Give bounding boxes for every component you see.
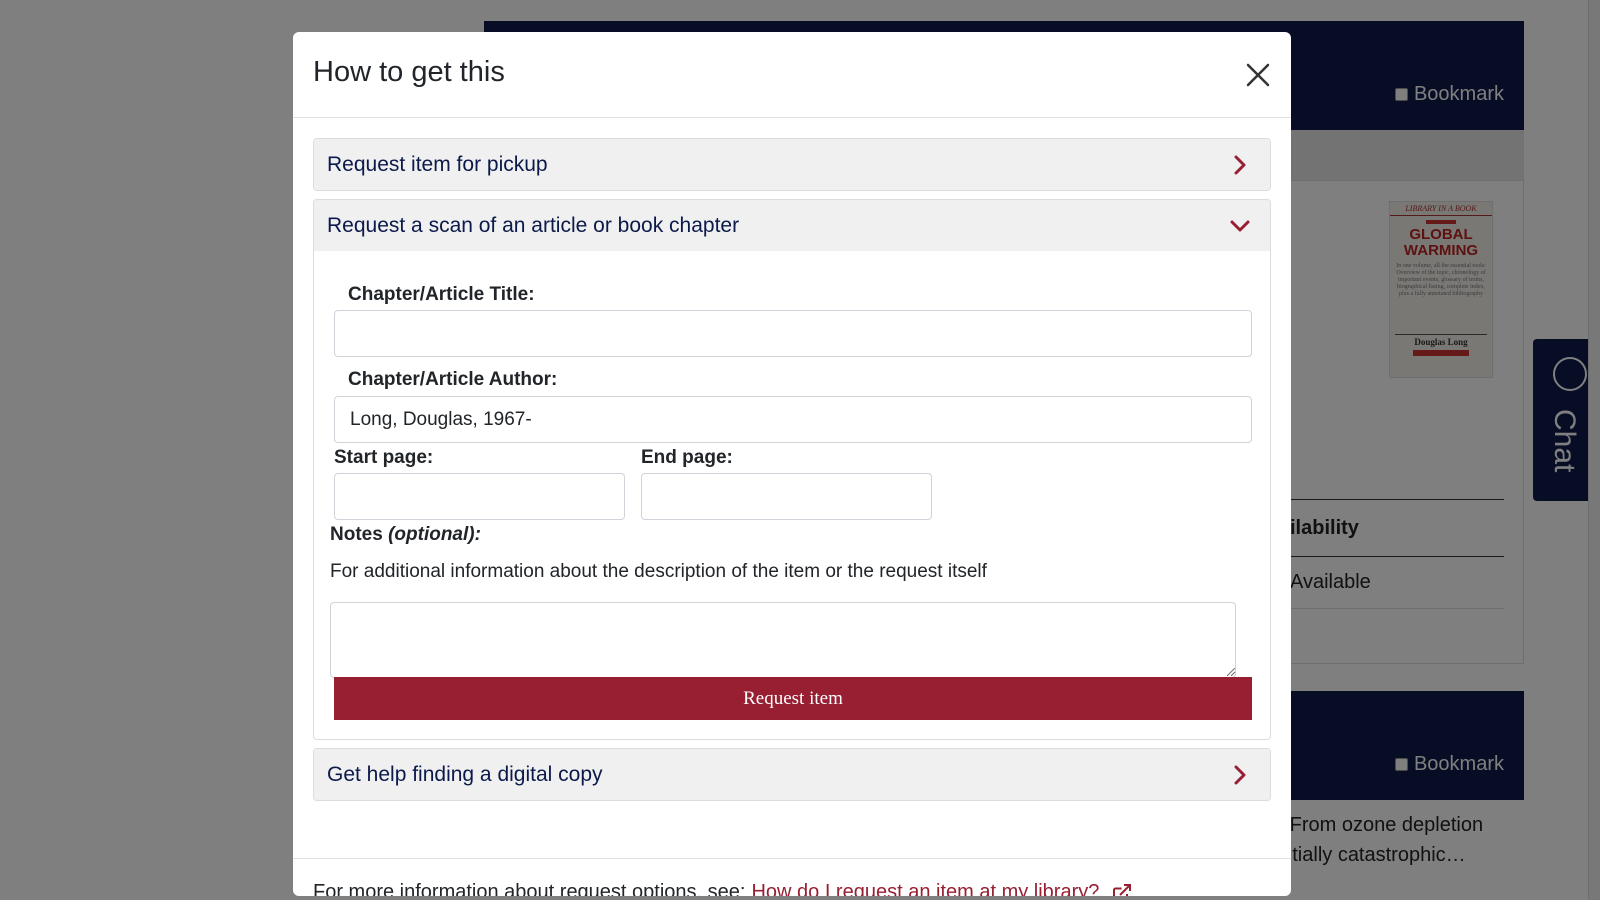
accordion-label: Request a scan of an article or book cha… bbox=[327, 213, 740, 237]
scan-request-form: Chapter/Article Title: Chapter/Article A… bbox=[314, 251, 1270, 739]
modal-title: How to get this bbox=[313, 56, 505, 88]
chapter-title-input[interactable] bbox=[334, 310, 1252, 357]
notes-optional-hint: (optional): bbox=[388, 524, 481, 545]
chevron-down-icon bbox=[1230, 220, 1250, 231]
accordion-toggle-pickup[interactable]: Request item for pickup bbox=[314, 139, 1270, 190]
chapter-title-label: Chapter/Article Title: bbox=[348, 284, 535, 305]
modal-footer: For more information about request optio… bbox=[293, 858, 1291, 896]
close-icon bbox=[1246, 63, 1270, 87]
modal-header: How to get this bbox=[293, 32, 1291, 118]
start-page-label: Start page: bbox=[334, 447, 434, 468]
request-options-accordion: Request item for pickup Request a scan o… bbox=[313, 138, 1271, 809]
end-page-label: End page: bbox=[641, 447, 733, 468]
accordion-label: Request item for pickup bbox=[327, 152, 548, 176]
notes-label: Notes (optional): bbox=[330, 524, 481, 545]
start-page-input[interactable] bbox=[334, 473, 625, 520]
chevron-right-icon bbox=[1234, 765, 1246, 784]
chapter-author-label: Chapter/Article Author: bbox=[348, 369, 558, 390]
request-help-link[interactable]: How do I request an item at my library? bbox=[751, 881, 1099, 896]
footer-text: For more information about request optio… bbox=[313, 881, 746, 896]
accordion-item-scan: Request a scan of an article or book cha… bbox=[313, 199, 1271, 740]
how-to-get-this-dialog: How to get this Request item for pickup … bbox=[293, 32, 1291, 896]
chevron-right-icon bbox=[1234, 155, 1246, 174]
external-link-icon[interactable] bbox=[1111, 882, 1133, 897]
footer-info: For more information about request optio… bbox=[313, 881, 1133, 896]
notes-textarea[interactable] bbox=[330, 602, 1236, 678]
accordion-toggle-scan[interactable]: Request a scan of an article or book cha… bbox=[314, 200, 1270, 251]
resize-grip-icon[interactable] bbox=[1226, 666, 1236, 676]
end-page-input[interactable] bbox=[641, 473, 932, 520]
request-item-button[interactable]: Request item bbox=[334, 677, 1252, 720]
notes-help-text: For additional information about the des… bbox=[330, 561, 987, 582]
accordion-item-pickup: Request item for pickup bbox=[313, 138, 1271, 191]
accordion-label: Get help finding a digital copy bbox=[327, 762, 603, 786]
accordion-toggle-digital-copy[interactable]: Get help finding a digital copy bbox=[314, 749, 1270, 800]
accordion-item-digital-copy: Get help finding a digital copy bbox=[313, 748, 1271, 801]
close-button[interactable] bbox=[1243, 60, 1273, 90]
chapter-author-input[interactable] bbox=[334, 396, 1252, 443]
